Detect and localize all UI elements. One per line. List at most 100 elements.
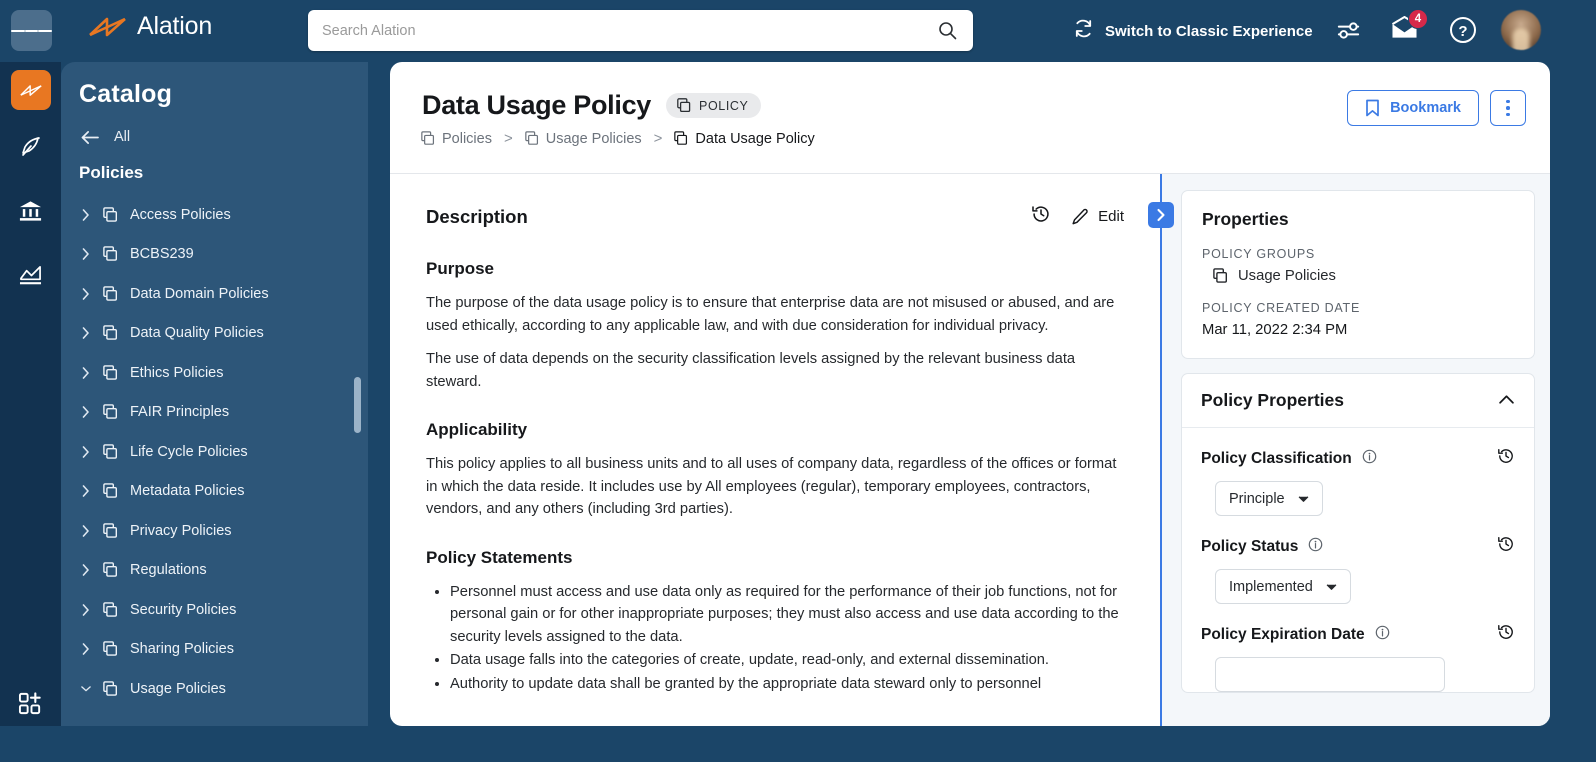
- rail-item-catalog[interactable]: [10, 70, 51, 110]
- sidebar-item-label: Ethics Policies: [130, 364, 224, 381]
- policy-icon: [1213, 268, 1227, 283]
- chevron-right-icon[interactable]: [81, 406, 91, 419]
- sidebar-item-life-cycle-policies[interactable]: Life Cycle Policies: [61, 432, 368, 472]
- brand-logo-link[interactable]: Alation: [88, 12, 212, 41]
- page-title: Data Usage Policy: [422, 90, 652, 120]
- chevron-down-icon[interactable]: [81, 685, 91, 693]
- applicability-heading: Applicability: [426, 420, 528, 439]
- sidebar-item-regulations[interactable]: Regulations: [61, 551, 368, 591]
- chevron-right-icon[interactable]: [81, 524, 91, 537]
- kebab-dot: [1506, 99, 1510, 104]
- breadcrumb-label: Policies: [442, 130, 492, 147]
- hamburger-bar: [24, 29, 39, 32]
- main-body: Description Edit Purpose The purpose of …: [390, 174, 1550, 726]
- chevron-right-icon[interactable]: [81, 485, 91, 498]
- refresh-icon: [1073, 18, 1094, 44]
- sidebar-item-metadata-policies[interactable]: Metadata Policies: [61, 472, 368, 512]
- chevron-right-icon[interactable]: [81, 287, 91, 300]
- user-avatar[interactable]: [1501, 10, 1541, 50]
- policy-expiration-history-icon[interactable]: [1497, 623, 1515, 646]
- info-icon[interactable]: [1362, 449, 1377, 469]
- sidebar-item-fair-principles[interactable]: FAIR Principles: [61, 393, 368, 433]
- sidebar-item-privacy-policies[interactable]: Privacy Policies: [61, 511, 368, 551]
- hamburger-bar: [11, 29, 25, 32]
- rail-item-analytics[interactable]: [0, 248, 61, 302]
- policy-icon: [103, 404, 117, 420]
- page-header: Data Usage Policy POLICY Policies > Usage…: [390, 62, 1550, 174]
- panel-divider: [1148, 174, 1174, 726]
- sidebar-tree: Access Policies BCBS239 Data Domain Poli…: [61, 195, 368, 709]
- chevron-down-icon: [1298, 495, 1308, 502]
- more-options-button[interactable]: [1490, 90, 1526, 126]
- messages-envelope-icon[interactable]: 4: [1390, 9, 1428, 41]
- sidebar-item-bcbs239[interactable]: BCBS239: [61, 235, 368, 275]
- policy-icon: [524, 131, 538, 145]
- breadcrumb-separator: >: [653, 130, 663, 147]
- sidebar-item-access-policies[interactable]: Access Policies: [61, 195, 368, 235]
- policy-icon: [677, 98, 691, 113]
- sidebar-scrollbar-thumb[interactable]: [354, 377, 361, 433]
- sidebar-item-security-policies[interactable]: Security Policies: [61, 590, 368, 630]
- chevron-right-icon[interactable]: [81, 327, 91, 340]
- breadcrumb-separator: >: [503, 130, 513, 147]
- properties-heading: Properties: [1202, 209, 1289, 229]
- alation-logo-icon: [89, 17, 126, 36]
- policy-status-label: Policy Status: [1201, 537, 1299, 555]
- policy-icon: [103, 562, 117, 578]
- search-icon[interactable]: [938, 21, 957, 40]
- sidebar-item-label: Access Policies: [130, 206, 231, 223]
- sidebar-item-ethics-policies[interactable]: Ethics Policies: [61, 353, 368, 393]
- info-icon[interactable]: [1308, 537, 1323, 557]
- policy-groups-value-link[interactable]: Usage Policies: [1202, 268, 1514, 284]
- edit-label: Edit: [1098, 208, 1124, 225]
- policy-status-history-icon[interactable]: [1497, 535, 1515, 558]
- breadcrumb-item-policies[interactable]: Policies: [421, 131, 492, 147]
- sidebar-item-label: Data Quality Policies: [130, 325, 264, 342]
- chevron-right-icon[interactable]: [81, 603, 91, 616]
- chevron-right-icon[interactable]: [81, 248, 91, 261]
- sidebar-item-data-quality-policies[interactable]: Data Quality Policies: [61, 314, 368, 354]
- policy-expiration-input[interactable]: [1215, 657, 1445, 692]
- chevron-up-icon[interactable]: [1498, 392, 1515, 410]
- edit-description-button[interactable]: Edit: [1071, 208, 1124, 226]
- chevron-right-icon[interactable]: [81, 564, 91, 577]
- rail-item-compose[interactable]: [0, 120, 61, 174]
- help-question-icon[interactable]: ?: [1449, 16, 1477, 44]
- settings-sliders-icon[interactable]: [1334, 16, 1363, 45]
- quill-pen-icon: [21, 137, 40, 156]
- purpose-heading: Purpose: [426, 259, 495, 278]
- rail-item-apps[interactable]: [0, 676, 61, 730]
- bookmark-button[interactable]: Bookmark: [1347, 90, 1479, 126]
- svg-text:?: ?: [1458, 23, 1467, 40]
- policy-status-select[interactable]: Implemented: [1215, 569, 1351, 604]
- chevron-right-icon[interactable]: [81, 445, 91, 458]
- collapse-right-panel-button[interactable]: [1148, 202, 1174, 228]
- sidebar-item-usage-policies[interactable]: Usage Policies: [61, 669, 368, 709]
- search-bar[interactable]: [308, 10, 973, 51]
- policy-classification-row: Policy Classification: [1182, 447, 1534, 470]
- sidebar-item-sharing-policies[interactable]: Sharing Policies: [61, 630, 368, 670]
- rail-item-governance[interactable]: [0, 184, 61, 238]
- sidebar-back-label: All: [114, 129, 131, 145]
- chevron-right-icon[interactable]: [81, 366, 91, 379]
- policy-icon: [103, 246, 117, 262]
- history-icon[interactable]: [1031, 204, 1051, 229]
- policy-classification-history-icon[interactable]: [1497, 447, 1515, 470]
- policy-classification-select[interactable]: Principle: [1215, 481, 1323, 516]
- policy-classification-value: Principle: [1229, 490, 1285, 507]
- arrow-left-icon: [81, 130, 99, 144]
- search-input[interactable]: [308, 22, 938, 39]
- main-panel: Data Usage Policy POLICY Policies > Usage…: [390, 62, 1550, 726]
- breadcrumb-item-usage-policies[interactable]: Usage Policies: [524, 131, 642, 147]
- sidebar-item-data-domain-policies[interactable]: Data Domain Policies: [61, 274, 368, 314]
- hamburger-menu-button[interactable]: [11, 10, 53, 51]
- info-icon[interactable]: [1375, 625, 1390, 645]
- chevron-right-icon[interactable]: [81, 208, 91, 221]
- kebab-dot: [1506, 112, 1510, 117]
- sidebar-item-label: Metadata Policies: [130, 483, 245, 500]
- switch-to-classic-button[interactable]: Switch to Classic Experience: [1073, 18, 1313, 44]
- policy-properties-header[interactable]: Policy Properties: [1182, 374, 1534, 428]
- sidebar-back-all[interactable]: All: [61, 109, 368, 145]
- policy-groups-label: POLICY GROUPS: [1202, 247, 1316, 261]
- chevron-right-icon[interactable]: [81, 643, 91, 656]
